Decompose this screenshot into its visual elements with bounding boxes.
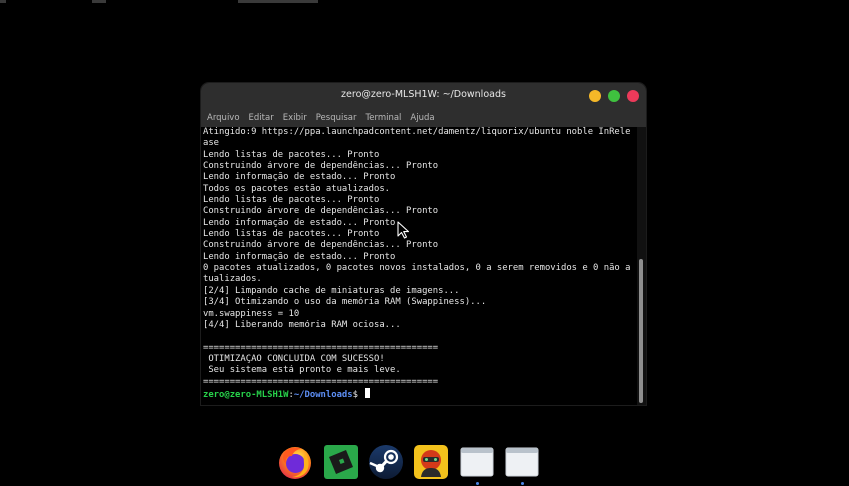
running-indicator — [521, 482, 524, 485]
menu-arquivo[interactable]: Arquivo — [207, 113, 240, 123]
terminal-line: [2/4] Limpando cache de miniaturas de im… — [203, 285, 460, 296]
title-bar[interactable]: zero@zero-MLSH1W: ~/Downloads — [201, 83, 646, 109]
terminal-line: Seu sistema está pronto e mais leve. — [203, 365, 401, 376]
menu-pesquisar[interactable]: Pesquisar — [316, 113, 357, 123]
game-character-icon[interactable] — [412, 443, 450, 481]
window-title: zero@zero-MLSH1W: ~/Downloads — [341, 89, 506, 100]
text-cursor — [365, 387, 371, 398]
terminal-line: Construindo árvore de dependências... Pr… — [203, 161, 439, 172]
roblox-icon[interactable] — [322, 443, 360, 481]
terminal-line: Lendo listas de pacotes... Pronto — [203, 229, 380, 240]
maximize-button[interactable] — [608, 90, 620, 102]
prompt-symbol: $ — [352, 389, 364, 400]
terminal-line: Lendo informação de estado... Pronto — [203, 251, 396, 262]
dock — [272, 438, 548, 486]
running-indicator — [476, 482, 479, 485]
terminal-line: Atingido:9 https://ppa.launchpadcontent.… — [203, 127, 631, 137]
close-button[interactable] — [627, 90, 639, 102]
prompt-line[interactable]: zero@zero-MLSH1W:~/Downloads$ — [203, 387, 637, 400]
terminal-line: Construindo árvore de dependências... Pr… — [203, 240, 439, 251]
top-bar-fragment — [238, 0, 318, 3]
terminal-line: ase — [203, 138, 220, 149]
terminal-line: Lendo listas de pacotes... Pronto — [203, 149, 380, 160]
generic-window-icon[interactable] — [503, 443, 541, 481]
terminal-line: Lendo informação de estado... Pronto — [203, 172, 396, 183]
top-bar-fragment — [0, 0, 6, 3]
prompt-path: ~/Downloads — [293, 389, 353, 400]
terminal-line: tualizados. — [203, 274, 262, 285]
prompt-user-host: zero@zero-MLSH1W — [203, 389, 289, 400]
terminal-line: ========================================… — [203, 342, 439, 353]
terminal-line: [4/4] Liberando memória RAM ociosa... — [203, 319, 401, 330]
menu-ajuda[interactable]: Ajuda — [410, 113, 434, 123]
menu-editar[interactable]: Editar — [249, 113, 274, 123]
steam-icon[interactable] — [367, 443, 405, 481]
terminal-window[interactable]: zero@zero-MLSH1W: ~/Downloads Arquivo Ed… — [201, 83, 646, 405]
terminal-line: Lendo informação de estado... Pronto — [203, 217, 396, 228]
generic-window-icon[interactable] — [458, 443, 496, 481]
firefox-icon[interactable] — [276, 443, 314, 481]
mouse-pointer-icon — [397, 221, 410, 239]
menu-terminal[interactable]: Terminal — [366, 113, 402, 123]
terminal-line: Construindo árvore de dependências... Pr… — [203, 206, 439, 217]
terminal-line: vm.swappiness = 10 — [203, 308, 300, 319]
minimize-button[interactable] — [589, 90, 601, 102]
terminal-line: OTIMIZAÇÃO CONCLUÍDA COM SUCESSO! — [203, 353, 385, 364]
terminal-output[interactable]: Atingido:9 https://ppa.launchpadcontent.… — [201, 127, 637, 405]
top-bar-fragment — [92, 0, 106, 3]
terminal-line: 0 pacotes atualizados, 0 pacotes novos i… — [203, 263, 631, 274]
menu-exibir[interactable]: Exibir — [283, 113, 307, 123]
terminal-line: [3/4] Otimizando o uso da memória RAM (S… — [203, 297, 487, 308]
desktop: zero@zero-MLSH1W: ~/Downloads Arquivo Ed… — [0, 0, 849, 486]
menu-bar: Arquivo Editar Exibir Pesquisar Terminal… — [201, 109, 646, 127]
terminal-line: Todos os pacotes estão atualizados. — [203, 183, 391, 194]
scrollbar-track[interactable] — [637, 127, 646, 405]
terminal-line: ========================================… — [203, 376, 439, 387]
terminal-line: Lendo listas de pacotes... Pronto — [203, 195, 380, 206]
scrollbar-thumb[interactable] — [639, 259, 643, 403]
